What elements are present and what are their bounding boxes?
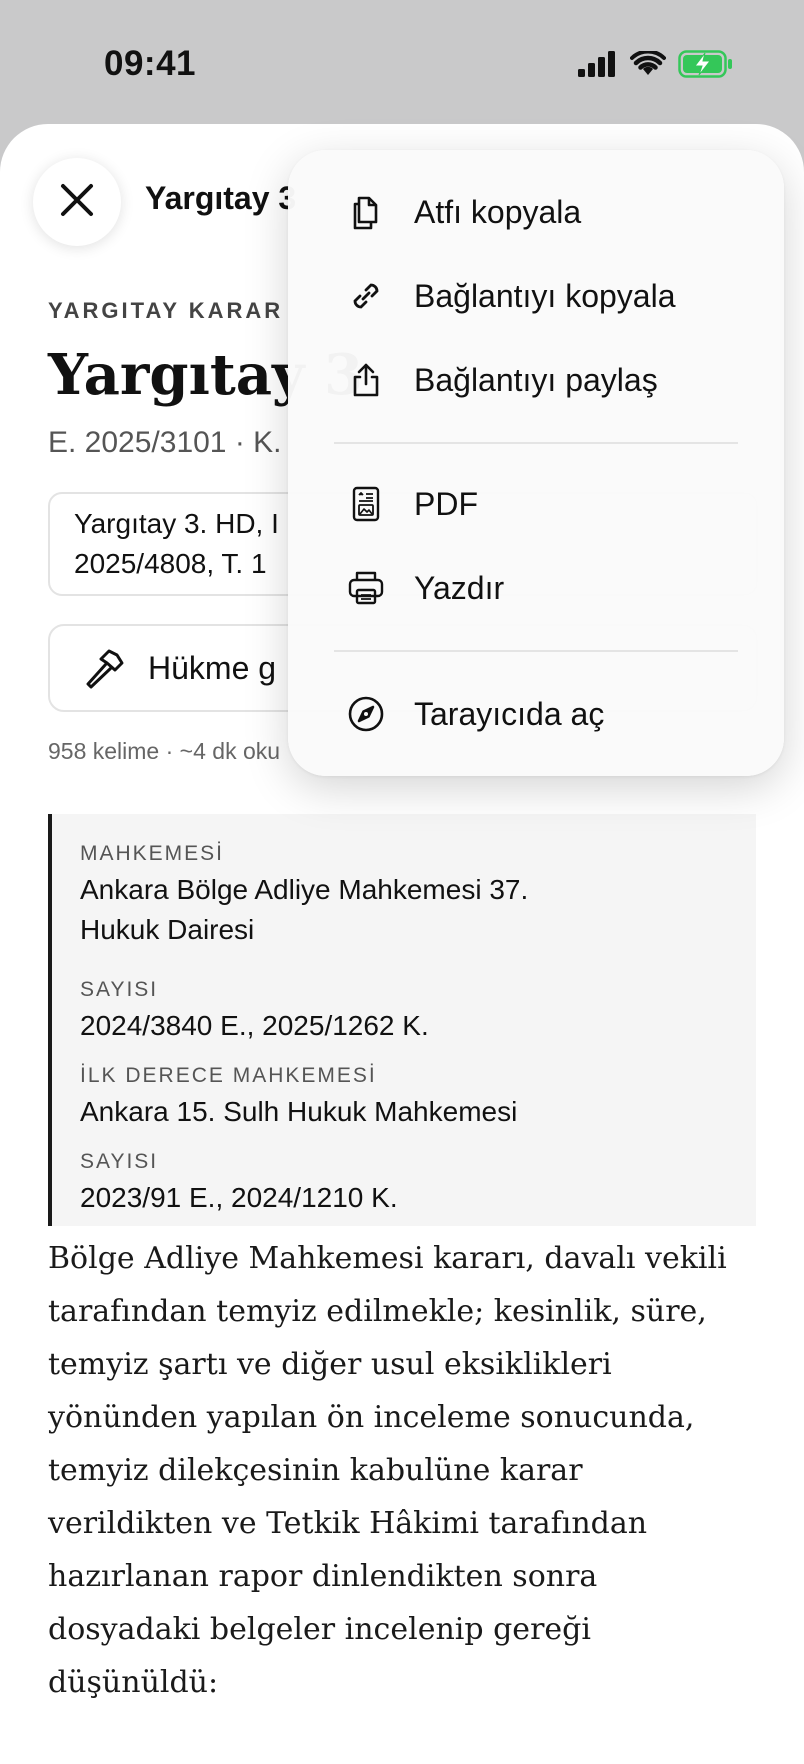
close-button[interactable]	[33, 158, 121, 246]
body-line: Bölge Adliye Mahkemesi kararı, davalı ve…	[48, 1241, 727, 1276]
compass-icon	[346, 694, 386, 734]
body-line: tarafından temyiz edilmekle; kesinlik, s…	[48, 1294, 707, 1329]
share-icon	[346, 360, 386, 400]
info-value-number: 2024/3840 E., 2025/1262 K.	[80, 1010, 429, 1041]
citation-line-2: 2025/4808, T. 1	[74, 548, 267, 579]
cellular-signal-icon	[578, 51, 618, 77]
printer-icon	[346, 568, 386, 608]
menu-item-pdf[interactable]: PDF	[288, 464, 784, 544]
verdict-button-label: Hükme g	[148, 650, 277, 686]
battery-charging-icon	[678, 50, 734, 78]
pdf-document-icon	[346, 484, 386, 524]
wifi-icon	[630, 51, 666, 77]
hammer-icon	[82, 646, 128, 697]
share-context-menu: Atfı kopyala Bağlantıyı kopyala Bağlantı…	[288, 150, 784, 776]
menu-item-label: Atfı kopyala	[414, 194, 582, 230]
menu-item-open-in-browser[interactable]: Tarayıcıda aç	[288, 674, 784, 754]
status-time: 09:41	[104, 44, 197, 83]
info-label-number: SAYISI	[80, 978, 159, 1001]
status-bar: 09:41	[0, 0, 804, 124]
info-label-court: MAHKEMESİ	[80, 842, 225, 865]
body-line: verildikten ve Tetkik Hâkimi tarafından	[48, 1506, 648, 1541]
menu-item-print[interactable]: Yazdır	[288, 548, 784, 628]
info-value-court-line2: Hukuk Dairesi	[80, 914, 255, 945]
body-line: yönünden yapılan ön inceleme sonucunda,	[48, 1400, 695, 1435]
menu-divider	[334, 650, 738, 652]
menu-item-share-link[interactable]: Bağlantıyı paylaş	[288, 340, 784, 420]
menu-item-copy-citation[interactable]: Atfı kopyala	[288, 172, 784, 252]
info-label-first-instance: İLK DERECE MAHKEMESİ	[80, 1064, 377, 1087]
status-icons	[578, 50, 734, 78]
menu-item-label: PDF	[414, 486, 478, 522]
info-label-first-instance-number: SAYISI	[80, 1150, 159, 1173]
reading-info: 958 kelime · ~4 dk oku	[48, 738, 281, 764]
menu-item-copy-link[interactable]: Bağlantıyı kopyala	[288, 256, 784, 336]
decision-body-text: Bölge Adliye Mahkemesi kararı, davalı ve…	[48, 1232, 768, 1709]
menu-item-label: Bağlantıyı kopyala	[414, 278, 676, 314]
info-value-first-instance: Ankara 15. Sulh Hukuk Mahkemesi	[80, 1096, 518, 1127]
nav-title: Yargıtay 3	[145, 180, 297, 216]
menu-item-label: Tarayıcıda aç	[414, 696, 605, 732]
body-line: düşünüldü:	[48, 1665, 219, 1700]
close-icon	[59, 182, 95, 223]
body-line: temyiz dilekçesinin kabulüne karar	[48, 1453, 583, 1488]
menu-item-label: Yazdır	[414, 570, 505, 606]
link-icon	[346, 276, 386, 316]
menu-item-label: Bağlantıyı paylaş	[414, 362, 658, 398]
court-info-panel: MAHKEMESİ Ankara Bölge Adliye Mahkemesi …	[48, 814, 756, 1226]
body-line: temyiz şartı ve diğer usul eksiklikleri	[48, 1347, 612, 1382]
body-line: hazırlanan rapor dinlendikten sonra	[48, 1559, 598, 1594]
citation-line-1: Yargıtay 3. HD, I	[74, 508, 279, 539]
body-line: dosyadaki belgeler incelenip gereği	[48, 1612, 591, 1647]
document-meta: E. 2025/3101 · K.	[48, 426, 282, 459]
document-eyebrow: YARGITAY KARAR	[48, 298, 284, 323]
menu-divider	[334, 442, 738, 444]
info-value-court-line1: Ankara Bölge Adliye Mahkemesi 37.	[80, 874, 529, 905]
info-value-first-instance-number: 2023/91 E., 2024/1210 K.	[80, 1182, 398, 1213]
copy-citation-icon	[346, 192, 386, 232]
